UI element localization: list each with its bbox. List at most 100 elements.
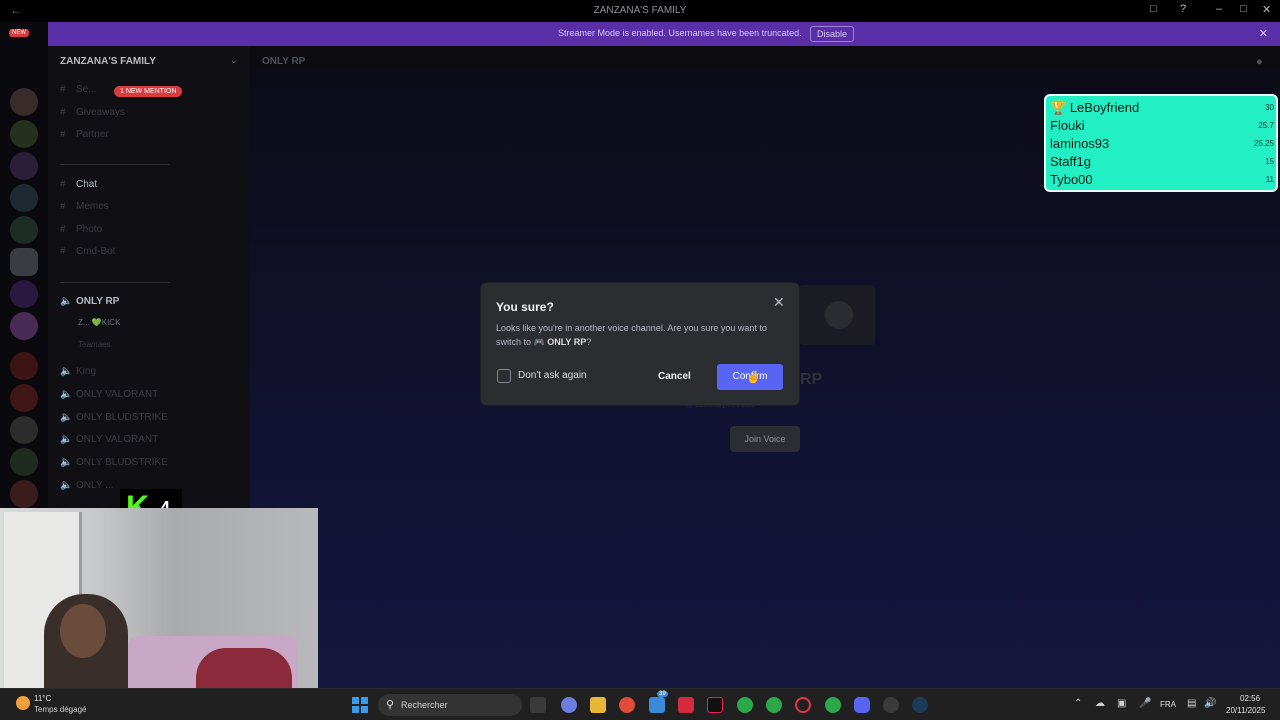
hash-icon: # xyxy=(60,107,66,118)
opera-icon[interactable] xyxy=(795,697,811,713)
new-badge: NEW xyxy=(9,29,29,37)
hash-icon: # xyxy=(60,224,66,235)
clock-date[interactable]: 20/11/2025 xyxy=(1226,706,1265,715)
server-icon[interactable] xyxy=(10,280,38,308)
avatar xyxy=(825,301,853,329)
leaderboard-row: Flouki 25.7 xyxy=(1050,116,1276,134)
server-icon[interactable] xyxy=(10,152,38,180)
dont-ask-again-label[interactable]: Don't ask again xyxy=(518,370,587,381)
chrome-profile-icon[interactable] xyxy=(737,697,753,713)
channel-label: King xyxy=(76,366,97,377)
channel-item[interactable]: # Memes xyxy=(60,201,109,212)
voice-channel-item[interactable]: 🔈 ONLY RP xyxy=(60,296,119,307)
leaderboard-name: Tybo00 xyxy=(1050,172,1093,187)
webcam-feed xyxy=(0,508,318,688)
copilot-icon[interactable] xyxy=(561,697,577,713)
speaker-icon: 🔈 xyxy=(60,434,73,445)
channel-label: Cmd-Bot xyxy=(76,246,116,257)
store-icon[interactable] xyxy=(649,697,665,713)
server-icon[interactable] xyxy=(10,248,38,276)
chevron-down-icon[interactable]: ⌄ xyxy=(230,55,238,66)
server-icon[interactable] xyxy=(10,448,38,476)
server-icon[interactable] xyxy=(10,416,38,444)
voice-channel-item[interactable]: 🔈 ONLY VALORANT xyxy=(60,434,158,445)
server-icon[interactable] xyxy=(10,88,38,116)
voice-user[interactable]: Teamaes xyxy=(78,340,111,349)
voice-user[interactable]: Z... 💚KICK xyxy=(78,318,120,327)
maximize-button[interactable]: □ xyxy=(1240,3,1247,15)
speaker-icon: 🔈 xyxy=(60,389,73,400)
tray-app-icon[interactable]: ▣ xyxy=(1117,698,1126,709)
close-icon[interactable]: ✕ xyxy=(1259,27,1268,40)
app-icon[interactable] xyxy=(883,697,899,713)
hand-cursor-icon: ☝ xyxy=(746,370,761,384)
voice-participant-card[interactable] xyxy=(799,285,875,345)
chrome-icon[interactable] xyxy=(619,697,635,713)
channel-item[interactable]: # Giveaways xyxy=(60,107,125,118)
close-window-button[interactable]: ✕ xyxy=(1262,3,1271,16)
help-icon[interactable]: ? xyxy=(1180,3,1186,15)
channel-item[interactable]: # Se... xyxy=(60,84,97,95)
cancel-button[interactable]: Cancel xyxy=(658,371,691,382)
dont-ask-again-checkbox[interactable] xyxy=(497,369,511,383)
tray-chevron-icon[interactable]: ⌃ xyxy=(1074,698,1082,709)
weather-description[interactable]: Temps dégagé xyxy=(34,705,86,714)
taskbar-search-box[interactable]: ⚲ Rechercher xyxy=(378,694,522,716)
channel-label: Photo xyxy=(76,224,103,235)
channel-label: ONLY RP xyxy=(76,296,120,307)
leaderboard-row: 🏆 LeBoyfriend 30 xyxy=(1050,98,1276,116)
chrome-profile-icon[interactable] xyxy=(825,697,841,713)
banner-message: Streamer Mode is enabled. Usernames have… xyxy=(558,28,802,38)
channel-label: ONLY ... xyxy=(76,480,114,491)
weather-temperature[interactable]: 11°C xyxy=(34,694,51,703)
channel-item[interactable]: # Cmd-Bot xyxy=(60,246,115,257)
weather-icon[interactable] xyxy=(16,696,30,710)
channel-item[interactable]: # Chat xyxy=(60,179,97,190)
voice-channel-item[interactable]: 🔈 ONLY VALORANT xyxy=(60,389,158,400)
chat-bubble-icon[interactable]: ● xyxy=(1256,56,1263,68)
channel-label: ONLY VALORANT xyxy=(76,434,159,445)
speaker-icon: 🔈 xyxy=(60,457,73,468)
join-voice-button[interactable]: Join Voice xyxy=(730,426,800,452)
server-icon[interactable] xyxy=(10,480,38,508)
network-icon[interactable]: ▤ xyxy=(1187,698,1196,709)
disable-streamer-mode-button[interactable]: Disable xyxy=(810,26,855,42)
voice-channel-item[interactable]: 🔈 ONLY BLUDSTRIKE xyxy=(60,457,168,468)
server-icon[interactable] xyxy=(10,216,38,244)
voice-channel-item[interactable]: 🔈 King xyxy=(60,366,96,377)
close-icon[interactable]: ✕ xyxy=(773,294,785,311)
steam-icon[interactable] xyxy=(912,697,928,713)
channel-item[interactable]: # Photo xyxy=(60,224,102,235)
server-icon[interactable] xyxy=(10,120,38,148)
voice-channel-item[interactable]: 🔈 ONLY ... xyxy=(60,480,113,491)
leaderboard-overlay: 🏆 LeBoyfriend 30 Flouki 25.7 laminos93 2… xyxy=(1044,94,1278,192)
window-titlebar: ← ZANZANA'S FAMILY □ ? – □ ✕ xyxy=(0,0,1280,22)
chrome-profile-icon[interactable] xyxy=(766,697,782,713)
server-name[interactable]: ZANZANA'S FAMILY xyxy=(60,56,156,67)
tiktok-icon[interactable] xyxy=(707,697,723,713)
inbox-icon[interactable]: □ xyxy=(1150,3,1157,15)
server-icon[interactable] xyxy=(10,384,38,412)
file-explorer-icon[interactable] xyxy=(590,697,606,713)
webcam-blanket xyxy=(196,648,292,688)
voice-channel-item[interactable]: 🔈 ONLY BLUDSTRIKE xyxy=(60,412,168,423)
language-indicator[interactable]: FRA xyxy=(1160,700,1176,709)
app-icon[interactable] xyxy=(678,697,694,713)
server-icon[interactable] xyxy=(10,352,38,380)
channel-label: Se... xyxy=(76,84,97,95)
new-mention-badge[interactable]: 1 NEW MENTION xyxy=(114,86,183,97)
task-view-icon[interactable] xyxy=(530,697,546,713)
channel-item[interactable]: # Partner xyxy=(60,129,109,140)
clock-time[interactable]: 02:56 xyxy=(1240,694,1260,703)
windows-start-icon[interactable] xyxy=(352,697,368,713)
server-icon[interactable] xyxy=(10,312,38,340)
discord-icon[interactable] xyxy=(854,697,870,713)
leaderboard-row: Tybo00 11 xyxy=(1050,170,1276,188)
cloud-icon[interactable]: ☁ xyxy=(1095,698,1105,709)
server-icon[interactable] xyxy=(10,184,38,212)
microphone-icon[interactable]: 🎤 xyxy=(1139,698,1151,709)
minimize-button[interactable]: – xyxy=(1216,3,1222,15)
volume-icon[interactable]: 🔊 xyxy=(1204,698,1216,709)
leaderboard-name: laminos93 xyxy=(1050,136,1110,151)
channel-label: Partner xyxy=(76,129,109,140)
